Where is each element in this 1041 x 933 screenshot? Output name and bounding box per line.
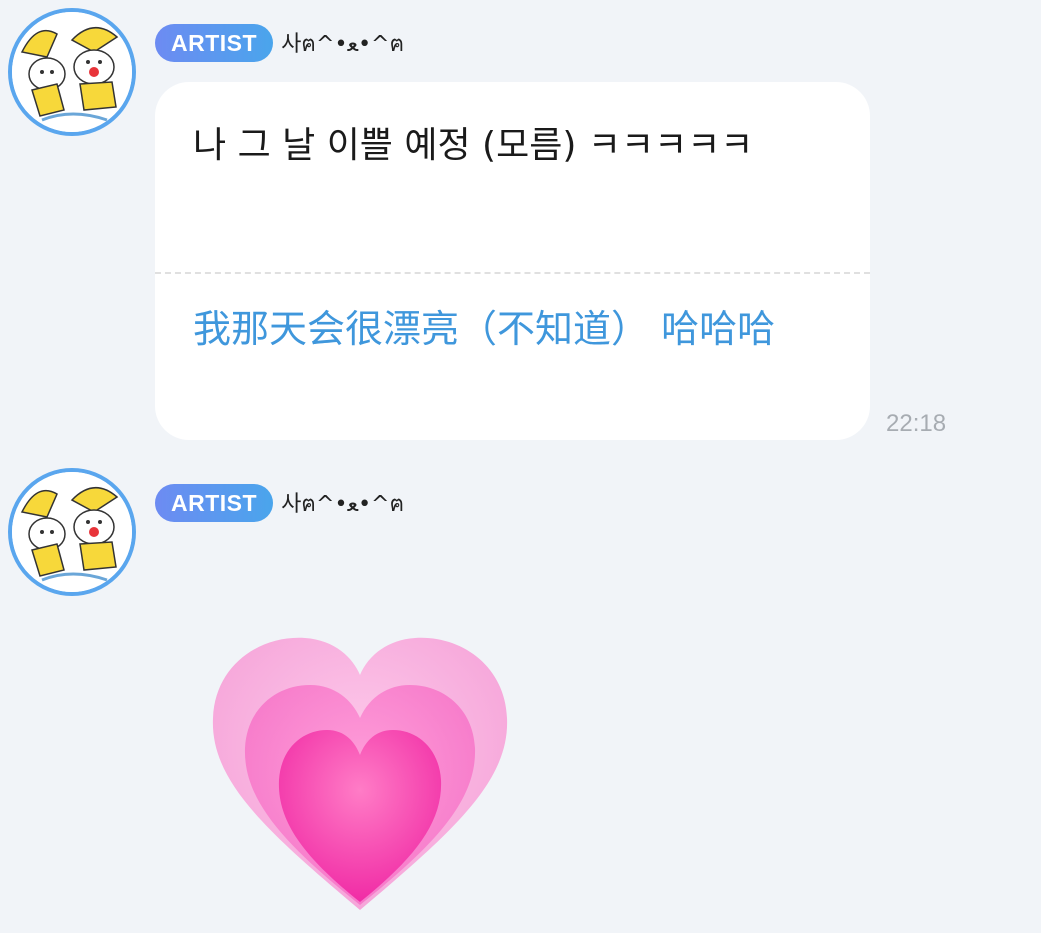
translated-message-text: 我那天会很漂亮（不知道） 哈哈哈 (193, 307, 776, 351)
sender-row: ARTIST 사ฅ^•ﻌ•^ฅ (155, 483, 404, 523)
original-message-text: 나 그 날 이쁠 예정 (모름) ㅋㅋㅋㅋㅋ (193, 125, 754, 166)
chat-message: ARTIST 사ฅ^•ﻌ•^ฅ (0, 460, 1041, 933)
sender-name[interactable]: 사ฅ^•ﻌ•^ฅ (281, 486, 404, 521)
avatar-cartoon-image (12, 12, 132, 132)
sender-name[interactable]: 사ฅ^•ﻌ•^ฅ (281, 26, 404, 61)
sender-row: ARTIST 사ฅ^•ﻌ•^ฅ (155, 23, 404, 63)
chat-message: ARTIST 사ฅ^•ﻌ•^ฅ 나 그 날 이쁠 예정 (모름) ㅋㅋㅋㅋㅋ 我… (0, 0, 1041, 450)
avatar[interactable] (8, 8, 136, 136)
growing-heart-sticker[interactable] (205, 630, 515, 920)
message-timestamp: 22:18 (886, 410, 947, 437)
artist-badge: ARTIST (155, 484, 274, 522)
message-bubble[interactable]: 나 그 날 이쁠 예정 (모름) ㅋㅋㅋㅋㅋ 我那天会很漂亮（不知道） 哈哈哈 (155, 82, 870, 440)
avatar-cartoon-image (12, 472, 132, 592)
avatar[interactable] (8, 468, 136, 596)
artist-badge: ARTIST (155, 24, 274, 62)
